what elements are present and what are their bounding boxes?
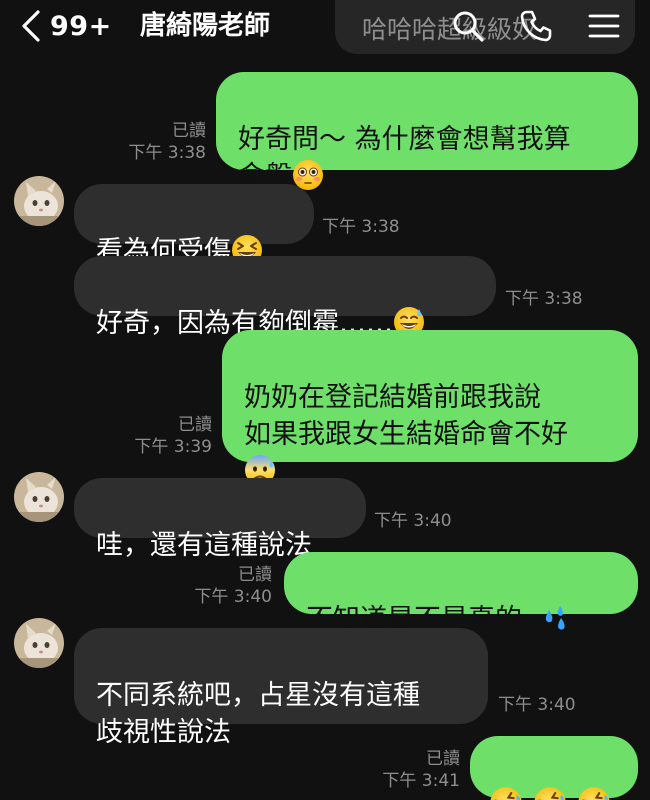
rofl-emoji-icon bbox=[534, 787, 566, 800]
read-receipt: 已讀 bbox=[178, 415, 212, 435]
rofl-emoji-icon bbox=[490, 787, 522, 800]
message-text: 不同系統吧，占星沒有這種 歧視性說法 bbox=[96, 680, 420, 748]
sent-message-bubble[interactable]: 好奇問～ 為什麼會想幫我算 命盤 bbox=[216, 72, 638, 192]
message-timestamp: 下午 3:40 bbox=[194, 587, 272, 607]
chat-header: 哈哈哈超級級奴 99+ 唐綺陽老師 bbox=[0, 0, 650, 54]
avatar[interactable] bbox=[14, 618, 64, 668]
message-text: 奶奶在登記結婚前跟我說 如果我跟女生結婚命會不好 bbox=[244, 382, 568, 450]
message-text: 哇，還有這種說法 bbox=[96, 530, 312, 561]
sweat-droplets-emoji-icon bbox=[545, 606, 565, 630]
chat-title[interactable]: 唐綺陽老師 bbox=[140, 8, 270, 44]
message-timestamp: 下午 3:41 bbox=[382, 771, 460, 791]
received-message-bubble[interactable]: 哇，還有這種說法 bbox=[74, 478, 366, 561]
cat-avatar-icon bbox=[14, 472, 64, 522]
unread-count-badge: 99+ bbox=[50, 10, 112, 42]
back-button[interactable]: 99+ bbox=[16, 6, 112, 46]
received-message-bubble[interactable]: 不同系統吧，占星沒有這種 歧視性說法 bbox=[74, 628, 488, 748]
avatar[interactable] bbox=[14, 472, 64, 522]
message-timestamp: 下午 3:40 bbox=[498, 695, 576, 715]
menu-icon[interactable] bbox=[586, 8, 622, 44]
sent-message-bubble[interactable]: 不知道是不是真的.. bbox=[284, 552, 638, 635]
message-timestamp: 下午 3:38 bbox=[128, 143, 206, 163]
received-message-bubble[interactable]: 好奇，因為有夠倒霉…… bbox=[74, 256, 496, 339]
message-text: 好奇問～ 為什麼會想幫我算 命盤 bbox=[238, 124, 571, 192]
search-icon[interactable] bbox=[450, 8, 486, 44]
cat-avatar-icon bbox=[14, 618, 64, 668]
read-receipt: 已讀 bbox=[426, 749, 460, 769]
rofl-emoji-icon bbox=[578, 787, 610, 800]
message-timestamp: 下午 3:39 bbox=[134, 437, 212, 457]
sent-message-bubble[interactable]: 奶奶在登記結婚前跟我說 如果我跟女生結婚命會不好 bbox=[222, 330, 638, 485]
received-message-bubble[interactable]: 看為何受傷 bbox=[74, 184, 314, 267]
phone-icon[interactable] bbox=[518, 8, 554, 44]
cat-avatar-icon bbox=[14, 176, 64, 226]
message-timestamp: 下午 3:38 bbox=[322, 217, 400, 237]
chevron-left-icon bbox=[22, 10, 40, 42]
read-receipt: 已讀 bbox=[172, 121, 206, 141]
message-timestamp: 下午 3:40 bbox=[374, 511, 452, 531]
message-timestamp: 下午 3:38 bbox=[505, 289, 583, 309]
read-receipt: 已讀 bbox=[238, 565, 272, 585]
chat-screen: 哈哈哈超級級奴 99+ 唐綺陽老師 好奇問～ 為什麼會想幫我算 命盤 已讀 下午… bbox=[0, 0, 650, 800]
sent-message-bubble[interactable] bbox=[470, 736, 638, 800]
avatar[interactable] bbox=[14, 176, 64, 226]
